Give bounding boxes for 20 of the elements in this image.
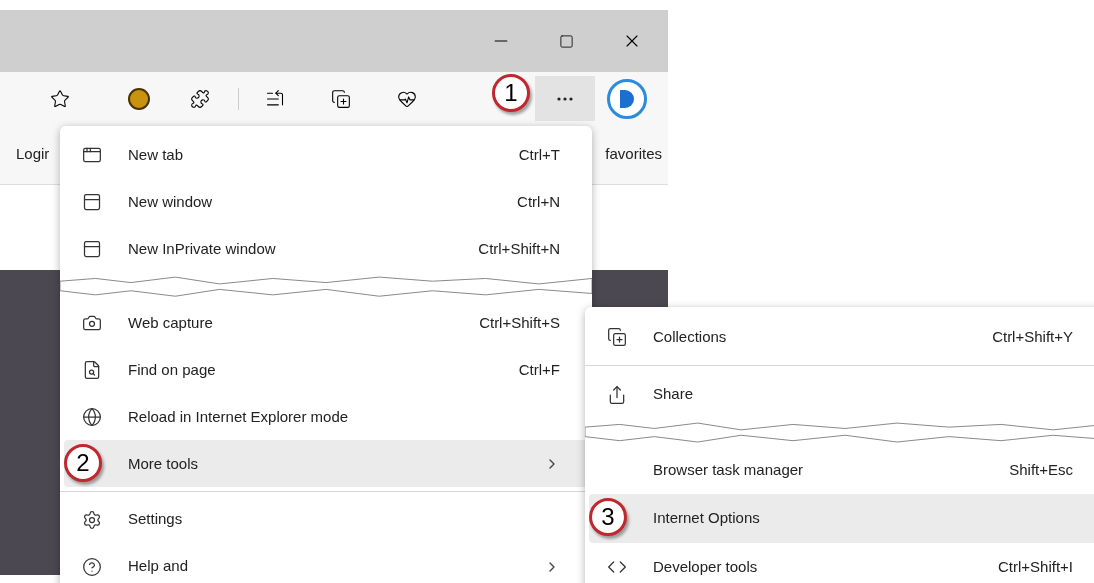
maximize-icon[interactable]: [559, 33, 574, 49]
star-icon[interactable]: [50, 88, 70, 109]
ellipsis-icon: [557, 96, 573, 101]
help-icon: [82, 556, 102, 577]
step-number: 2: [64, 444, 102, 483]
menu-item[interactable]: 2 More tools: [64, 440, 588, 488]
page-search-icon: [82, 360, 102, 381]
favorite-link[interactable]: favorites: [605, 143, 662, 166]
globe-icon: [82, 407, 102, 428]
menu-item[interactable]: 3 Internet Options: [589, 494, 1094, 543]
settings-icon: [82, 509, 102, 530]
window-icon: [82, 192, 102, 213]
step-number: 1: [492, 74, 530, 112]
share-icon: [607, 384, 627, 405]
collection-icon[interactable]: [331, 88, 351, 109]
window-icon: [82, 239, 102, 260]
puzzle-icon[interactable]: [190, 88, 210, 109]
favorite-link[interactable]: Logir: [16, 143, 50, 166]
step-number: 3: [589, 498, 627, 537]
collection-icon: [607, 327, 627, 348]
